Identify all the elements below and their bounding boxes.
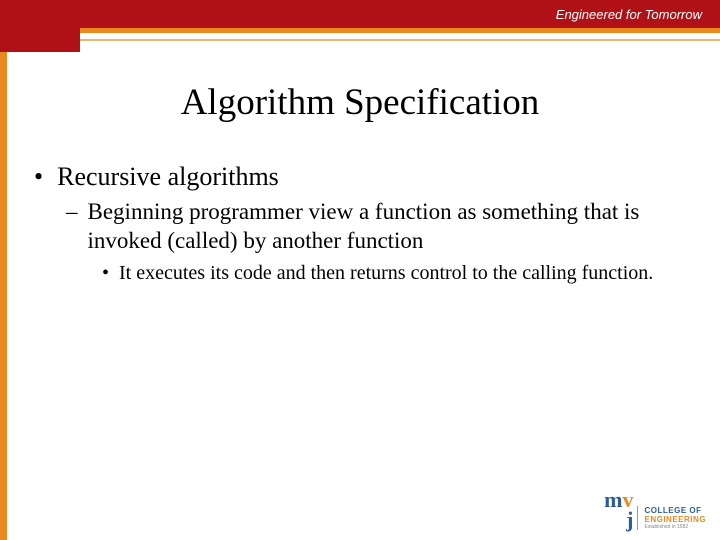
header-corner-block [0,0,80,52]
bullet-level-3: • It executes its code and then returns … [102,261,690,286]
logo-letter-m: m [604,490,622,510]
bullet-mark: • [102,261,109,286]
slide-title: Algorithm Specification [30,81,690,124]
left-accent-stripe [0,0,7,540]
bullet-text: Recursive algorithms [57,162,279,192]
slide-content: Algorithm Specification • Recursive algo… [0,41,720,286]
bullet-text: It executes its code and then returns co… [119,261,653,286]
logo-line-3: Established in 1982 [644,524,706,530]
header-tagline: Engineered for Tomorrow [556,7,702,22]
logo-text-block: COLLEGE OF ENGINEERING Established in 19… [637,506,706,530]
dash-mark: – [66,198,78,255]
header-bar: Engineered for Tomorrow [0,0,720,28]
bullet-text: Beginning programmer view a function as … [88,198,691,255]
logo-letter-j: j [626,510,633,530]
logo-line-1: COLLEGE OF [644,506,706,515]
logo-line-2: ENGINEERING [644,515,706,524]
footer-logo: m v j COLLEGE OF ENGINEERING Established… [604,490,706,530]
bullet-mark: • [34,162,43,192]
bullet-level-1: • Recursive algorithms [32,162,690,192]
logo-monogram: m v j [604,490,633,530]
bullet-level-2: – Beginning programmer view a function a… [66,198,690,255]
